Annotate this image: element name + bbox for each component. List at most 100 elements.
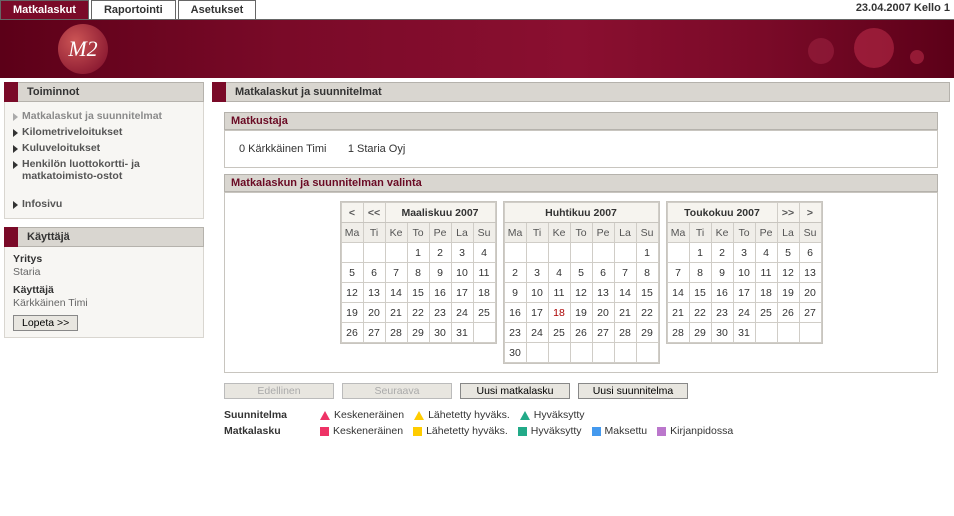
day-3[interactable]: 3: [733, 243, 755, 263]
day-26[interactable]: 26: [777, 303, 799, 323]
prev-button[interactable]: Edellinen: [224, 383, 334, 399]
day-17[interactable]: 17: [733, 283, 755, 303]
day-10[interactable]: 10: [451, 263, 473, 283]
day-14[interactable]: 14: [385, 283, 407, 303]
day-29[interactable]: 29: [407, 323, 429, 343]
day-22[interactable]: 22: [407, 303, 429, 323]
sidebar-item-1[interactable]: Kilometriveloitukset: [13, 124, 195, 140]
day-28[interactable]: 28: [385, 323, 407, 343]
day-5[interactable]: 5: [777, 243, 799, 263]
day-11[interactable]: 11: [473, 263, 495, 283]
day-18[interactable]: 18: [473, 283, 495, 303]
day-22[interactable]: 22: [636, 303, 658, 323]
day-28[interactable]: 28: [667, 323, 689, 343]
day-1[interactable]: 1: [636, 243, 658, 263]
logout-button[interactable]: Lopeta >>: [13, 315, 78, 331]
day-25[interactable]: 25: [548, 323, 570, 343]
day-31[interactable]: 31: [451, 323, 473, 343]
day-2[interactable]: 2: [711, 243, 733, 263]
day-8[interactable]: 8: [689, 263, 711, 283]
day-14[interactable]: 14: [614, 283, 636, 303]
day-22[interactable]: 22: [689, 303, 711, 323]
day-21[interactable]: 21: [614, 303, 636, 323]
sidebar-item-4[interactable]: Infosivu: [13, 196, 195, 212]
day-16[interactable]: 16: [504, 303, 526, 323]
day-15[interactable]: 15: [407, 283, 429, 303]
sidebar-item-2[interactable]: Kuluveloitukset: [13, 140, 195, 156]
day-16[interactable]: 16: [429, 283, 451, 303]
day-28[interactable]: 28: [614, 323, 636, 343]
day-9[interactable]: 9: [711, 263, 733, 283]
day-20[interactable]: 20: [799, 283, 821, 303]
day-2[interactable]: 2: [429, 243, 451, 263]
day-30[interactable]: 30: [711, 323, 733, 343]
day-3[interactable]: 3: [451, 243, 473, 263]
next-button[interactable]: Seuraava: [342, 383, 452, 399]
day-10[interactable]: 10: [733, 263, 755, 283]
day-17[interactable]: 17: [526, 303, 548, 323]
day-7[interactable]: 7: [385, 263, 407, 283]
day-26[interactable]: 26: [341, 323, 363, 343]
day-1[interactable]: 1: [689, 243, 711, 263]
sidebar-item-0[interactable]: Matkalaskut ja suunnitelmat: [13, 108, 195, 124]
cal-first-icon[interactable]: <: [341, 203, 363, 223]
day-12[interactable]: 12: [777, 263, 799, 283]
day-10[interactable]: 10: [526, 283, 548, 303]
day-2[interactable]: 2: [504, 263, 526, 283]
day-27[interactable]: 27: [799, 303, 821, 323]
day-17[interactable]: 17: [451, 283, 473, 303]
day-4[interactable]: 4: [473, 243, 495, 263]
day-9[interactable]: 9: [504, 283, 526, 303]
day-26[interactable]: 26: [570, 323, 592, 343]
day-29[interactable]: 29: [636, 323, 658, 343]
new-expense-button[interactable]: Uusi matkalasku: [460, 383, 570, 399]
day-25[interactable]: 25: [755, 303, 777, 323]
tab-raportointi[interactable]: Raportointi: [91, 0, 176, 19]
day-23[interactable]: 23: [711, 303, 733, 323]
day-24[interactable]: 24: [733, 303, 755, 323]
day-6[interactable]: 6: [363, 263, 385, 283]
day-20[interactable]: 20: [592, 303, 614, 323]
new-plan-button[interactable]: Uusi suunnitelma: [578, 383, 688, 399]
day-30[interactable]: 30: [504, 343, 526, 363]
day-19[interactable]: 19: [341, 303, 363, 323]
day-27[interactable]: 27: [592, 323, 614, 343]
day-19[interactable]: 19: [570, 303, 592, 323]
day-13[interactable]: 13: [592, 283, 614, 303]
day-16[interactable]: 16: [711, 283, 733, 303]
tab-matkalaskut[interactable]: Matkalaskut: [0, 0, 89, 19]
day-18[interactable]: 18: [548, 303, 570, 323]
day-7[interactable]: 7: [614, 263, 636, 283]
day-15[interactable]: 15: [689, 283, 711, 303]
day-11[interactable]: 11: [548, 283, 570, 303]
day-31[interactable]: 31: [733, 323, 755, 343]
cal-prev-icon[interactable]: <<: [363, 203, 385, 223]
day-1[interactable]: 1: [407, 243, 429, 263]
day-12[interactable]: 12: [570, 283, 592, 303]
day-21[interactable]: 21: [385, 303, 407, 323]
day-19[interactable]: 19: [777, 283, 799, 303]
day-12[interactable]: 12: [341, 283, 363, 303]
day-6[interactable]: 6: [592, 263, 614, 283]
day-3[interactable]: 3: [526, 263, 548, 283]
day-25[interactable]: 25: [473, 303, 495, 323]
day-13[interactable]: 13: [363, 283, 385, 303]
cal-last-icon[interactable]: >: [799, 203, 821, 223]
day-18[interactable]: 18: [755, 283, 777, 303]
day-11[interactable]: 11: [755, 263, 777, 283]
day-27[interactable]: 27: [363, 323, 385, 343]
day-30[interactable]: 30: [429, 323, 451, 343]
day-24[interactable]: 24: [526, 323, 548, 343]
sidebar-item-3[interactable]: Henkilön luottokortti- ja matkatoimisto-…: [13, 156, 195, 184]
day-5[interactable]: 5: [570, 263, 592, 283]
day-23[interactable]: 23: [429, 303, 451, 323]
day-8[interactable]: 8: [636, 263, 658, 283]
day-24[interactable]: 24: [451, 303, 473, 323]
day-14[interactable]: 14: [667, 283, 689, 303]
day-4[interactable]: 4: [755, 243, 777, 263]
day-21[interactable]: 21: [667, 303, 689, 323]
day-8[interactable]: 8: [407, 263, 429, 283]
day-7[interactable]: 7: [667, 263, 689, 283]
day-23[interactable]: 23: [504, 323, 526, 343]
day-20[interactable]: 20: [363, 303, 385, 323]
